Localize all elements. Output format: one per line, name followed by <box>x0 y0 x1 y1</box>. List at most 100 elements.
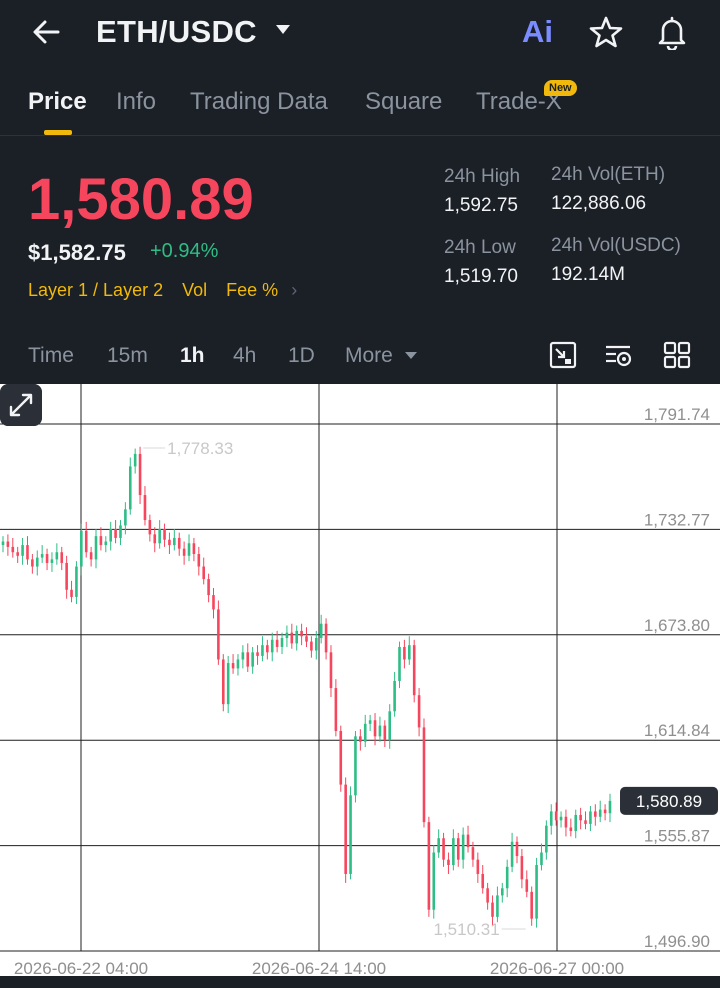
candle-body <box>202 566 206 580</box>
indicator-settings-icon[interactable] <box>604 340 634 370</box>
back-arrow-icon[interactable] <box>28 14 64 50</box>
candle-body <box>143 495 147 521</box>
candle-body <box>300 630 303 637</box>
last-price: 1,580.89 <box>28 167 254 232</box>
candle-body <box>520 856 524 880</box>
tab-price[interactable]: Price <box>28 88 87 116</box>
candle-body <box>344 784 347 874</box>
candle-body <box>89 552 93 560</box>
y-tick-label: 1,614.84 <box>644 721 710 740</box>
candle-body <box>50 559 54 563</box>
candle-body <box>481 873 485 889</box>
active-tab-indicator <box>44 130 72 135</box>
candle-body <box>133 453 137 467</box>
tag-vol[interactable]: Vol <box>182 280 207 300</box>
interval-1d[interactable]: 1D <box>288 344 315 368</box>
interval-15m[interactable]: 15m <box>107 344 148 368</box>
low-value: 1,519.70 <box>444 266 518 287</box>
high-value: 1,592.75 <box>444 195 518 216</box>
tag-fee[interactable]: Fee % <box>226 280 278 300</box>
chevron-right-icon[interactable]: › <box>291 280 297 300</box>
candle-body <box>217 609 220 660</box>
interval-1h[interactable]: 1h <box>180 344 205 368</box>
candle-body <box>80 530 83 567</box>
price-change-percent: +0.94% <box>150 240 219 262</box>
candle-body <box>177 537 181 549</box>
tag-layer[interactable]: Layer 1 / Layer 2 <box>28 280 163 300</box>
max-price-label: 1,778.33 <box>167 439 233 458</box>
candle-body <box>310 641 313 651</box>
candle-body <box>388 711 392 740</box>
y-tick-label: 1,673.80 <box>644 616 710 635</box>
candle-body <box>256 652 259 656</box>
tab-trading-data[interactable]: Trading Data <box>190 88 328 116</box>
candle-body <box>55 552 59 560</box>
candle-body <box>207 579 210 596</box>
candle-body <box>192 543 196 555</box>
interval-4h[interactable]: 4h <box>233 344 256 368</box>
favorite-star-icon[interactable] <box>588 14 624 50</box>
candle-body <box>104 541 108 546</box>
candle-body <box>378 725 382 737</box>
candle-body <box>261 645 264 656</box>
candle-body <box>403 646 406 660</box>
candle-body <box>305 636 308 642</box>
candle-body <box>124 509 127 526</box>
more-caret-icon[interactable] <box>405 352 417 359</box>
candle-body <box>496 895 499 917</box>
pair-dropdown-caret-icon[interactable] <box>276 25 290 34</box>
low-label: 24h Low <box>444 237 516 258</box>
candle-body <box>75 566 78 597</box>
notification-bell-icon[interactable] <box>654 14 690 50</box>
candle-body <box>334 688 338 731</box>
candle-body <box>319 623 323 639</box>
vol-quote-label: 24h Vol(USDC) <box>551 235 681 256</box>
candle-body <box>314 638 318 651</box>
candle-body <box>427 822 431 910</box>
candle-body <box>554 811 558 821</box>
candle-body <box>84 530 88 553</box>
tab-info[interactable]: Info <box>116 88 156 116</box>
candle-body <box>226 663 230 705</box>
trading-pair-title[interactable]: ETH/USDC <box>96 14 257 50</box>
candle-body <box>393 680 396 712</box>
candle-body <box>109 528 112 542</box>
candle-body <box>163 528 166 540</box>
candle-body <box>285 632 289 639</box>
candle-body <box>40 554 44 558</box>
candle-body <box>476 859 480 874</box>
candle-body <box>182 548 186 556</box>
price-chart[interactable]: 1,791.74 1,732.77 1,673.80 1,614.84 1,555.87… <box>0 384 720 976</box>
min-price-label: 1,510.31 <box>433 920 499 939</box>
interval-more[interactable]: More <box>345 344 393 368</box>
candle-body <box>432 852 436 910</box>
candle-body <box>45 554 49 563</box>
candle-body <box>383 725 387 740</box>
candle-body <box>540 852 543 866</box>
candle-body <box>290 632 294 644</box>
candle-body <box>491 902 494 917</box>
candle-body <box>212 595 215 610</box>
candle-body <box>564 816 568 828</box>
candle-body <box>525 879 529 892</box>
x-tick-label: 2026-06-24 14:00 <box>252 959 386 976</box>
candle-body <box>354 736 357 796</box>
candle-body <box>26 545 29 560</box>
candle-body <box>231 663 235 669</box>
candle-body <box>486 888 489 903</box>
tab-square[interactable]: Square <box>365 88 442 116</box>
interval-time[interactable]: Time <box>28 344 74 368</box>
candlestick-chart[interactable]: 1,791.74 1,732.77 1,673.80 1,614.84 1,555.87… <box>0 384 720 976</box>
candle-body <box>569 827 573 832</box>
chart-mode-icon[interactable] <box>548 340 578 370</box>
candle-body <box>559 816 563 821</box>
candle-body <box>574 814 578 832</box>
candle-body <box>530 891 533 919</box>
fullscreen-expand-icon[interactable] <box>0 384 42 426</box>
candle-body <box>173 537 176 546</box>
ai-assistant-icon[interactable]: Ai <box>522 14 553 50</box>
candle-body <box>221 659 225 705</box>
grid-layout-icon[interactable] <box>662 340 692 370</box>
candle-body <box>295 630 299 644</box>
candle-body <box>412 645 416 696</box>
